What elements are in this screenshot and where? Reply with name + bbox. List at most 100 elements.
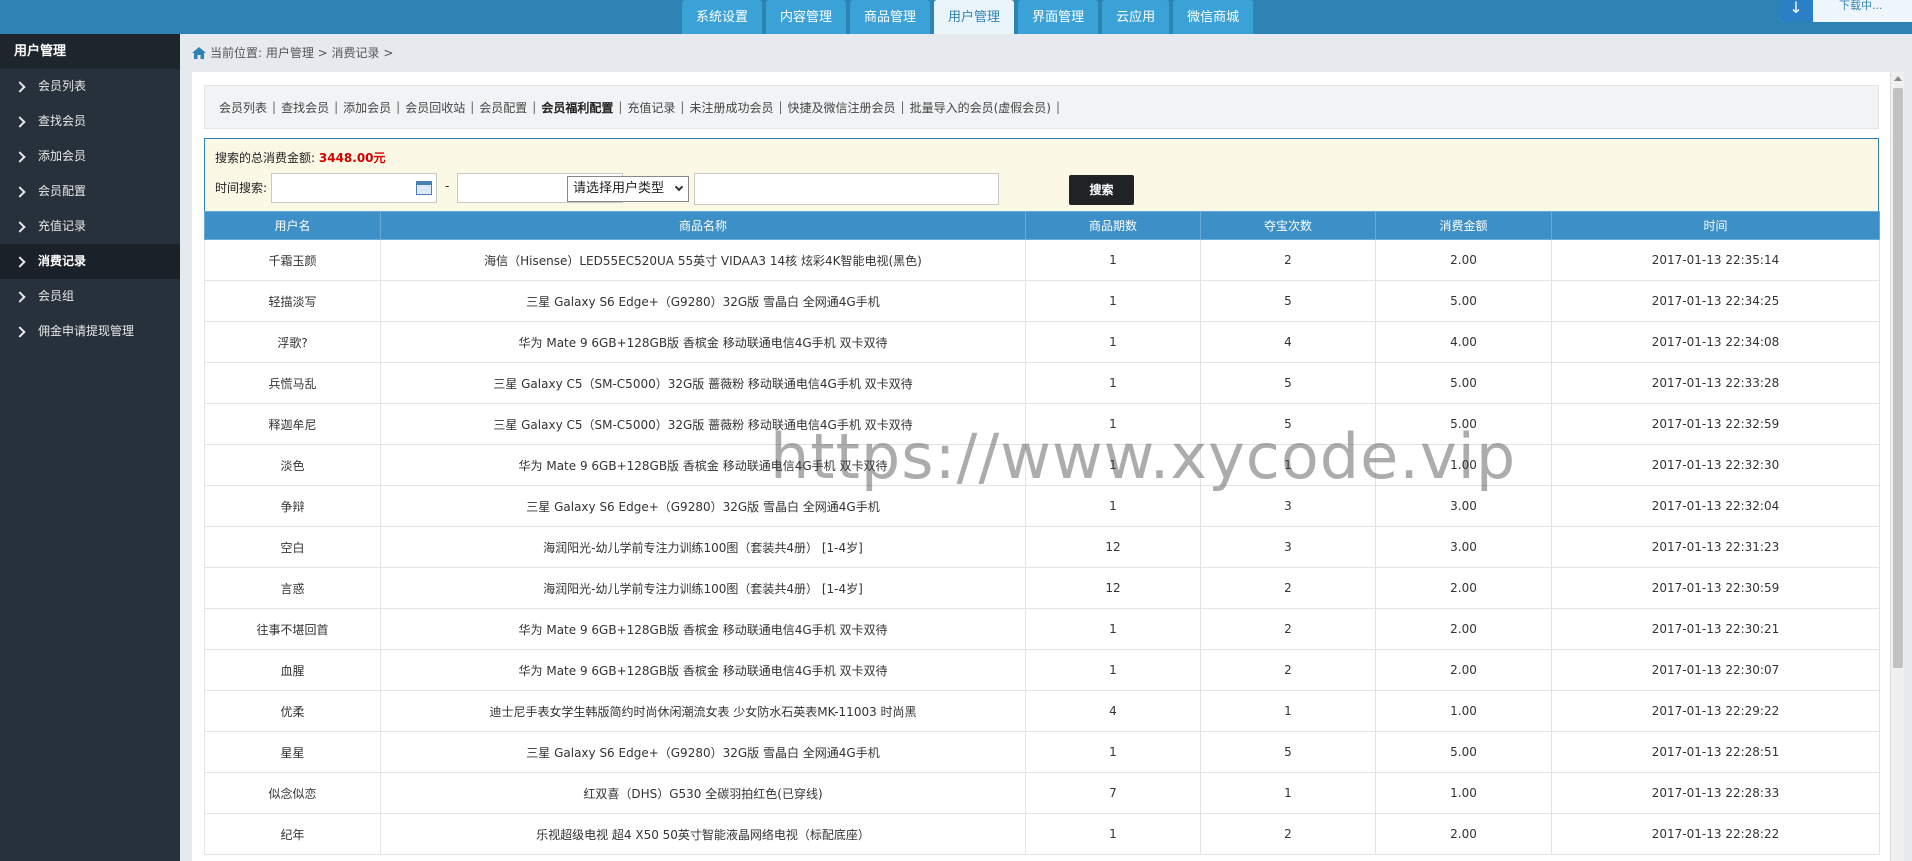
table-cell: 5 bbox=[1200, 362, 1376, 404]
chevron-down-icon bbox=[674, 182, 684, 192]
top-tab[interactable]: 微信商城 bbox=[1173, 0, 1254, 34]
table-cell: 三星 Galaxy C5（SM-C5000）32G版 蔷薇粉 移动联通电信4G手… bbox=[380, 403, 1026, 445]
table-cell: 5.00 bbox=[1375, 280, 1552, 322]
table-cell: 3 bbox=[1200, 485, 1376, 527]
table-cell: 优柔 bbox=[204, 690, 381, 732]
top-tab[interactable]: 云应用 bbox=[1102, 0, 1170, 34]
breadcrumb: 当前位置: 用户管理 > 消费记录 > bbox=[192, 44, 393, 61]
table-cell: 1 bbox=[1025, 485, 1201, 527]
table-row: 纪年 乐视超级电视 超4 X50 50英寸智能液晶网络电视（标配底座） 1 2 2.00… bbox=[204, 813, 1880, 855]
subnav-link[interactable]: 会员列表 bbox=[219, 99, 267, 116]
table-cell: 2017-01-13 22:30:07 bbox=[1551, 649, 1880, 691]
subnav-separator: | bbox=[778, 100, 783, 114]
home-icon[interactable] bbox=[192, 46, 206, 59]
subnav-link[interactable]: 会员配置 bbox=[479, 99, 527, 116]
scroll-up-arrow-icon[interactable] bbox=[1894, 76, 1902, 81]
top-tab[interactable]: 商品管理 bbox=[850, 0, 931, 34]
breadcrumb-text: 当前位置: 用户管理 > 消费记录 > bbox=[210, 46, 394, 60]
start-date-input[interactable] bbox=[271, 173, 437, 203]
table-cell: 1 bbox=[1025, 362, 1201, 404]
subnav-separator: | bbox=[532, 100, 537, 114]
download-indicator[interactable]: ↓ 下载中... bbox=[1779, 0, 1912, 22]
table-cell: 华为 Mate 9 6GB+128GB版 香槟金 移动联通电信4G手机 双卡双待 bbox=[380, 649, 1026, 691]
search-button[interactable]: 搜索 bbox=[1069, 175, 1134, 205]
subnav-link[interactable]: 快捷及微信注册会员 bbox=[788, 99, 896, 116]
scroll-thumb[interactable] bbox=[1893, 88, 1903, 668]
table-row: 似念似恋 红双喜（DHS）G530 全碳羽拍红色(已穿线) 7 1 1.00 2017-0… bbox=[204, 772, 1880, 814]
table-cell: 1.00 bbox=[1375, 444, 1552, 486]
sidebar-item[interactable]: 会员组 bbox=[0, 279, 180, 314]
subnav-link[interactable]: 会员福利配置 bbox=[541, 99, 613, 116]
table-cell: 1 bbox=[1025, 813, 1201, 855]
table-row: 千霜玉颜 海信（Hisense）LED55EC520UA 55英寸 VIDAA3 … bbox=[204, 239, 1880, 281]
table-cell: 3.00 bbox=[1375, 526, 1552, 568]
sidebar-item[interactable]: 会员配置 bbox=[0, 174, 180, 209]
subnav-separator: | bbox=[680, 100, 685, 114]
total-amount-label: 搜索的总消费金额: bbox=[215, 151, 316, 165]
subnav-link[interactable]: 会员回收站 bbox=[405, 99, 465, 116]
table-row: 兵慌马乱 三星 Galaxy C5（SM-C5000）32G版 蔷薇粉 移动联通电… bbox=[204, 362, 1880, 404]
sidebar-item[interactable]: 会员列表 bbox=[0, 69, 180, 104]
sidebar-item-label: 查找会员 bbox=[38, 114, 87, 128]
sidebar-item[interactable]: 佣金申请提现管理 bbox=[0, 314, 180, 349]
table-cell: 千霜玉颜 bbox=[204, 239, 381, 281]
column-header: 消费金额 bbox=[1375, 211, 1552, 240]
table-cell: 2017-01-13 22:28:22 bbox=[1551, 813, 1880, 855]
subnav-link[interactable]: 批量导入的会员(虚假会员) bbox=[910, 99, 1051, 116]
chevron-right-icon bbox=[14, 255, 26, 268]
table-header: 用户名 商品名称 商品期数 夺宝次数 消费金额 时间 bbox=[204, 211, 1880, 240]
search-panel: 搜索的总消费金额: 3448.00元 时间搜索: - 请选择用户类型 搜索 bbox=[204, 138, 1879, 213]
vertical-scrollbar[interactable] bbox=[1890, 72, 1904, 861]
sidebar-item-label: 会员配置 bbox=[38, 184, 87, 198]
top-tab[interactable]: 内容管理 bbox=[766, 0, 847, 34]
calendar-icon[interactable] bbox=[416, 181, 432, 195]
user-type-select[interactable]: 请选择用户类型 bbox=[567, 176, 689, 202]
table-cell: 2017-01-13 22:34:08 bbox=[1551, 321, 1880, 363]
total-amount: 搜索的总消费金额: 3448.00元 bbox=[215, 149, 386, 166]
table-cell: 三星 Galaxy S6 Edge+（G9280）32G版 雪晶白 全网通4G手… bbox=[380, 485, 1026, 527]
column-header: 夺宝次数 bbox=[1200, 211, 1376, 240]
table-cell: 1 bbox=[1025, 239, 1201, 281]
subnav-link[interactable]: 添加会员 bbox=[343, 99, 391, 116]
sidebar-item[interactable]: 充值记录 bbox=[0, 209, 180, 244]
user-type-selected: 请选择用户类型 bbox=[573, 181, 665, 196]
subnav-separator: | bbox=[396, 100, 401, 114]
table-cell: 12 bbox=[1025, 526, 1201, 568]
subnav-link[interactable]: 充值记录 bbox=[627, 99, 675, 116]
table-row: 星星 三星 Galaxy S6 Edge+（G9280）32G版 雪晶白 全网通4… bbox=[204, 731, 1880, 773]
top-tab[interactable]: 用户管理 bbox=[934, 0, 1015, 34]
keyword-input[interactable] bbox=[694, 173, 999, 205]
table-cell: 1 bbox=[1025, 403, 1201, 445]
sidebar-item[interactable]: 添加会员 bbox=[0, 139, 180, 174]
subnav-separator: | bbox=[334, 100, 339, 114]
table-cell: 纪年 bbox=[204, 813, 381, 855]
table-row: 空白 海润阳光-幼儿学前专注力训练100图（套装共4册） [1-4岁] 12 3 3.0… bbox=[204, 526, 1880, 568]
table-cell: 2.00 bbox=[1375, 239, 1552, 281]
table-cell: 淡色 bbox=[204, 444, 381, 486]
table-cell: 2.00 bbox=[1375, 567, 1552, 609]
column-header: 商品名称 bbox=[380, 211, 1026, 240]
table-cell: 2.00 bbox=[1375, 608, 1552, 650]
table-cell: 海润阳光-幼儿学前专注力训练100图（套装共4册） [1-4岁] bbox=[380, 526, 1026, 568]
table-cell: 2017-01-13 22:32:59 bbox=[1551, 403, 1880, 445]
table-cell: 往事不堪回首 bbox=[204, 608, 381, 650]
top-tab[interactable]: 系统设置 bbox=[682, 0, 763, 34]
table-cell: 浮歌? bbox=[204, 321, 381, 363]
sidebar-item[interactable]: 消费记录 bbox=[0, 244, 180, 279]
sidebar-item-label: 佣金申请提现管理 bbox=[38, 324, 135, 338]
table-cell: 1.00 bbox=[1375, 772, 1552, 814]
table-cell: 海润阳光-幼儿学前专注力训练100图（套装共4册） [1-4岁] bbox=[380, 567, 1026, 609]
table-cell: 华为 Mate 9 6GB+128GB版 香槟金 移动联通电信4G手机 双卡双待 bbox=[380, 321, 1026, 363]
sidebar-item-label: 添加会员 bbox=[38, 149, 87, 163]
table-cell: 1.00 bbox=[1375, 690, 1552, 732]
table-cell: 3.00 bbox=[1375, 485, 1552, 527]
chevron-right-icon bbox=[14, 150, 26, 163]
table-cell: 海信（Hisense）LED55EC520UA 55英寸 VIDAA3 14核 … bbox=[380, 239, 1026, 281]
top-tab[interactable]: 界面管理 bbox=[1018, 0, 1099, 34]
table-cell: 5.00 bbox=[1375, 731, 1552, 773]
table-cell: 1 bbox=[1025, 444, 1201, 486]
subnav-link[interactable]: 查找会员 bbox=[281, 99, 329, 116]
subnav-link[interactable]: 未注册成功会员 bbox=[689, 99, 773, 116]
subnav-separator: | bbox=[900, 100, 905, 114]
sidebar-item[interactable]: 查找会员 bbox=[0, 104, 180, 139]
